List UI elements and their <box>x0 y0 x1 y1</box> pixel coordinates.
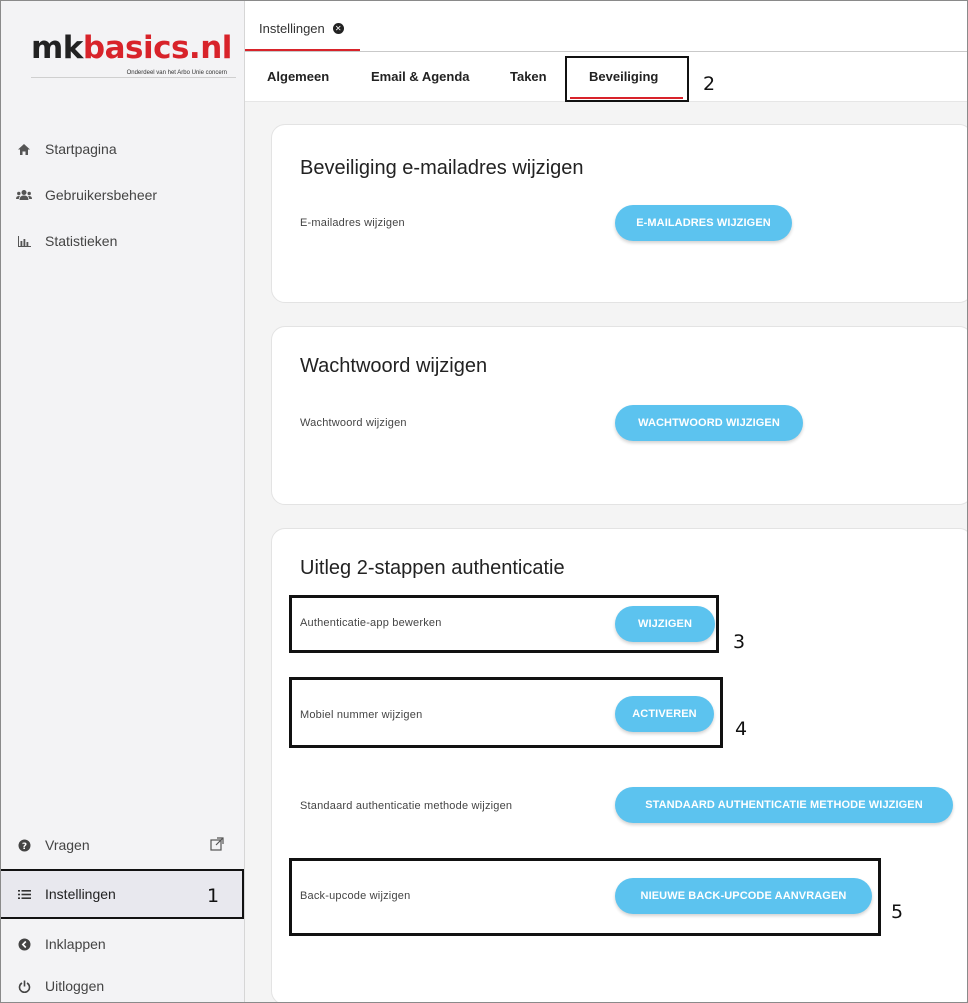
sidebar-item-startpagina[interactable]: Startpagina <box>1 131 244 167</box>
row-label: Wachtwoord wijzigen <box>300 417 407 429</box>
tab-email-agenda[interactable]: Email & Agenda <box>371 52 469 101</box>
sidebar-item-label: Vragen <box>45 837 90 853</box>
power-icon <box>15 979 33 993</box>
users-icon <box>15 188 33 202</box>
app-window: mkbasics.nl Onderdeel van het Arbo Unie … <box>0 0 968 1003</box>
sidebar-item-label: Gebruikersbeheer <box>45 187 158 203</box>
bar-chart-icon <box>15 234 33 248</box>
sidebar-item-label: Inklappen <box>45 936 106 952</box>
list-icon <box>15 887 33 901</box>
change-email-button[interactable]: E-MAILADRES WIJZIGEN <box>615 205 792 241</box>
highlight-box-auth-app <box>289 595 719 653</box>
collapse-icon <box>15 937 33 951</box>
card-title: Wachtwoord wijzigen <box>300 355 488 377</box>
tab-algemeen[interactable]: Algemeen <box>267 52 329 101</box>
sidebar-item-label: Uitloggen <box>45 978 105 994</box>
change-password-button[interactable]: WACHTWOORD WIJZIGEN <box>615 405 803 441</box>
home-icon <box>15 142 33 156</box>
sidebar-item-vragen[interactable]: ? Vragen <box>1 827 244 863</box>
highlight-box-mobile <box>289 677 723 748</box>
logo[interactable]: mkbasics.nl Onderdeel van het Arbo Unie … <box>31 31 236 91</box>
sidebar-item-label: Startpagina <box>45 141 117 157</box>
change-default-method-button[interactable]: STANDAARD AUTHENTICATIE METHODE WIJZIGEN <box>615 787 953 823</box>
annotation-1: 1 <box>207 885 220 907</box>
tab-label: Instellingen <box>259 21 325 36</box>
svg-text:?: ? <box>21 842 26 852</box>
annotation-5: 5 <box>891 901 904 923</box>
card-email-security: Beveiliging e-mailadres wijzigen E-maila… <box>271 124 967 303</box>
logo-text-basics: basics.nl <box>82 30 233 66</box>
sidebar-item-statistieken[interactable]: Statistieken <box>1 223 244 259</box>
sidebar-item-gebruikersbeheer[interactable]: Gebruikersbeheer <box>1 177 244 213</box>
logo-divider <box>31 77 236 78</box>
row-label: Standaard authenticatie methode wijzigen <box>300 800 513 812</box>
sidebar: mkbasics.nl Onderdeel van het Arbo Unie … <box>1 1 245 1002</box>
question-icon: ? <box>15 838 33 852</box>
external-link-icon[interactable] <box>210 837 224 854</box>
tab-instellingen[interactable]: Instellingen ✕ <box>245 1 360 51</box>
card-title: Beveiliging e-mailadres wijzigen <box>300 157 584 179</box>
sidebar-item-uitloggen[interactable]: Uitloggen <box>1 968 244 1002</box>
top-bar: Instellingen ✕ <box>245 1 967 52</box>
card-password: Wachtwoord wijzigen Wachtwoord wijzigen … <box>271 326 967 505</box>
settings-tabs: Algemeen Email & Agenda Taken Beveiligin… <box>245 52 967 102</box>
close-icon[interactable]: ✕ <box>332 23 344 34</box>
highlight-box-backup <box>289 858 881 936</box>
tab-taken[interactable]: Taken <box>510 52 547 101</box>
annotation-2: 2 <box>703 73 716 95</box>
logo-subtitle: Onderdeel van het Arbo Unie concern <box>126 70 227 76</box>
sidebar-item-inklappen[interactable]: Inklappen <box>1 926 244 962</box>
card-title: Uitleg 2-stappen authenticatie <box>300 557 565 579</box>
annotation-3: 3 <box>733 631 746 653</box>
row-label: E-mailadres wijzigen <box>300 217 405 229</box>
sidebar-item-label: Statistieken <box>45 233 118 249</box>
annotation-4: 4 <box>735 718 748 740</box>
logo-text-mk: mk <box>31 30 83 66</box>
highlight-box-tab <box>565 56 689 102</box>
sidebar-item-label: Instellingen <box>45 886 116 902</box>
